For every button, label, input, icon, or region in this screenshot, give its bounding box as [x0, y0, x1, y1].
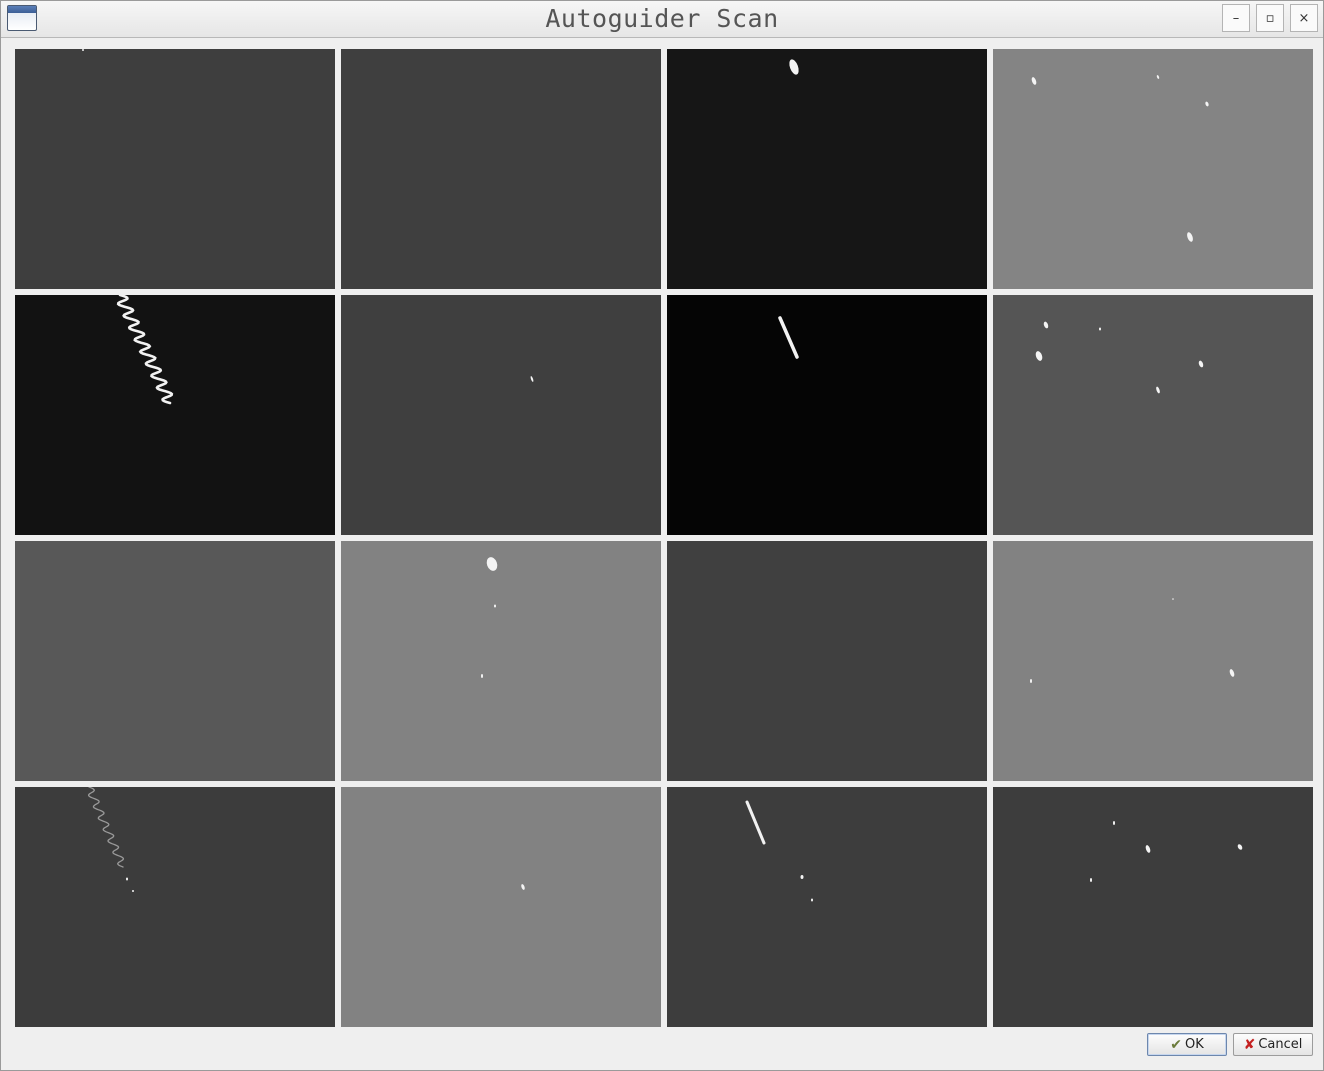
frame-background: [993, 787, 1313, 1027]
scan-frame-2[interactable]: [341, 49, 661, 289]
guide-star: [1099, 327, 1101, 331]
scan-frame-14[interactable]: [341, 787, 661, 1027]
scan-frame-15[interactable]: [667, 787, 987, 1027]
window-title: Autoguider Scan: [545, 4, 779, 33]
guide-star: [1113, 821, 1115, 825]
scan-frame-9[interactable]: [15, 541, 335, 781]
frame-background: [341, 787, 661, 1027]
scan-frame-11[interactable]: [667, 541, 987, 781]
guide-star: [1030, 679, 1032, 683]
frame-background: [15, 49, 335, 289]
guide-star: [481, 674, 483, 678]
scan-frame-5[interactable]: [15, 295, 335, 535]
frame-background: [667, 787, 987, 1027]
guide-star: [82, 49, 84, 51]
ok-button[interactable]: ✔ OK: [1147, 1033, 1227, 1056]
frame-background: [993, 49, 1313, 289]
frame-background: [15, 295, 335, 535]
guide-star: [1090, 878, 1092, 882]
frame-background: [667, 295, 987, 535]
frame-background: [341, 49, 661, 289]
frame-background: [341, 295, 661, 535]
cancel-label: Cancel: [1258, 1037, 1303, 1052]
title-bar[interactable]: Autoguider Scan – ▫ ×: [1, 1, 1323, 38]
frame-background: [993, 541, 1313, 781]
scan-frame-16[interactable]: [993, 787, 1313, 1027]
guide-star: [811, 898, 813, 902]
cancel-button[interactable]: ✘ Cancel: [1233, 1033, 1313, 1056]
scan-frame-4[interactable]: [993, 49, 1313, 289]
scan-frame-grid: [15, 49, 1313, 1027]
guide-star: [494, 604, 496, 608]
scan-frame-7[interactable]: [667, 295, 987, 535]
checkmark-icon: ✔: [1170, 1036, 1182, 1053]
frame-background: [667, 541, 987, 781]
frame-background: [15, 541, 335, 781]
close-button[interactable]: ×: [1290, 4, 1318, 32]
guide-star: [1172, 598, 1174, 600]
scan-frame-1[interactable]: [15, 49, 335, 289]
guide-star: [132, 890, 134, 892]
frame-background: [667, 49, 987, 289]
scan-frame-3[interactable]: [667, 49, 987, 289]
ok-label: OK: [1184, 1037, 1204, 1052]
scan-frame-10[interactable]: [341, 541, 661, 781]
frame-background: [341, 541, 661, 781]
scan-frame-12[interactable]: [993, 541, 1313, 781]
frame-background: [993, 295, 1313, 535]
maximize-button[interactable]: ▫: [1256, 4, 1284, 32]
guide-star: [800, 875, 804, 879]
cancel-x-icon: ✘: [1243, 1036, 1256, 1053]
frame-background: [15, 787, 335, 1027]
scan-frame-6[interactable]: [341, 295, 661, 535]
autoguider-scan-window: Autoguider Scan – ▫ × ✔ OK ✘ Cancel: [0, 0, 1324, 1071]
minimize-button[interactable]: –: [1222, 4, 1250, 32]
scan-frame-8[interactable]: [993, 295, 1313, 535]
guide-star: [126, 877, 128, 881]
scan-frame-13[interactable]: [15, 787, 335, 1027]
